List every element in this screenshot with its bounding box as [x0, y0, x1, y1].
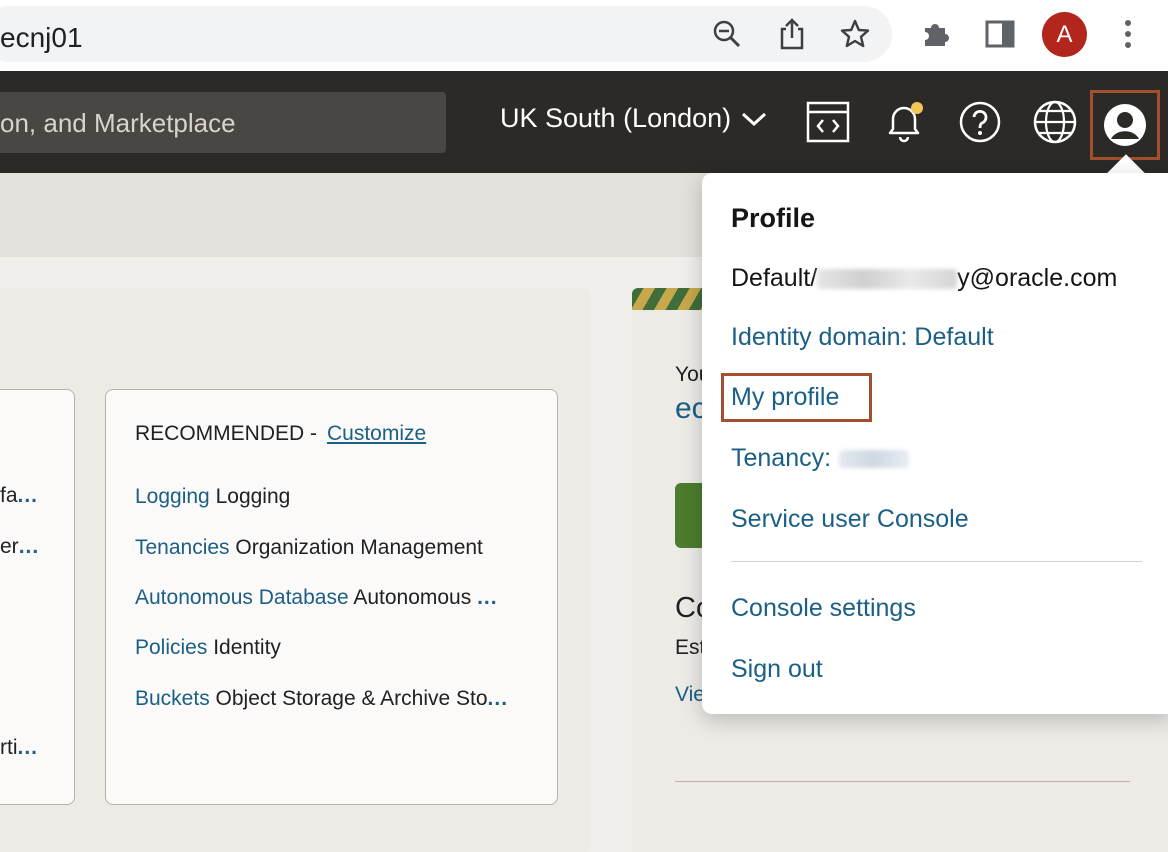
extensions-puzzle-icon[interactable]	[918, 14, 952, 54]
browser-menu-icon[interactable]	[1111, 14, 1145, 54]
user-avatar-icon	[1104, 104, 1146, 146]
recommended-item-logging[interactable]: Logging Logging	[135, 485, 290, 509]
console-settings-link[interactable]: Console settings	[731, 594, 916, 623]
menu-divider	[731, 561, 1142, 562]
service-user-console-link[interactable]: Service user Console	[731, 505, 969, 534]
recommended-item-tenancies[interactable]: Tenancies Organization Management	[135, 536, 483, 560]
identity-domain-link[interactable]: Identity domain: Default	[731, 323, 994, 352]
redacted-text	[817, 269, 958, 290]
recommended-item-policies[interactable]: Policies Identity	[135, 636, 281, 660]
right-panel-view-link[interactable]: Vie	[675, 683, 705, 707]
right-panel-text: Est	[675, 636, 706, 659]
list-item[interactable]: rti...	[0, 736, 38, 760]
tenancy-link[interactable]: Tenancy:	[731, 444, 910, 473]
customize-link[interactable]: Customize	[327, 422, 426, 445]
notifications-bell-icon[interactable]	[881, 99, 927, 145]
help-icon[interactable]	[957, 99, 1003, 145]
browser-toolbar: ecnj01 A	[0, 0, 1168, 71]
recommended-item-buckets[interactable]: Buckets Object Storage & Archive Sto...	[135, 687, 508, 711]
zoom-out-icon[interactable]	[710, 14, 744, 54]
list-item[interactable]: fa...	[0, 484, 38, 508]
language-globe-icon[interactable]	[1032, 99, 1078, 145]
recommended-title: RECOMMENDED -	[135, 422, 317, 445]
list-item[interactable]: er...	[0, 535, 39, 559]
profile-username: Default/y@oracle.com	[731, 264, 1118, 292]
my-profile-link[interactable]: My profile	[731, 383, 839, 412]
sign-out-link[interactable]: Sign out	[731, 655, 823, 684]
browser-profile-avatar[interactable]: A	[1042, 12, 1087, 57]
profile-menu: Profile Default/y@oracle.com Identity do…	[702, 173, 1168, 714]
redacted-text	[839, 450, 910, 469]
search-placeholder: on, and Marketplace	[0, 108, 236, 138]
side-panel-icon[interactable]	[983, 14, 1017, 54]
profile-button[interactable]	[1090, 90, 1160, 160]
recommended-header: RECOMMENDED - Customize	[135, 422, 426, 446]
address-bar-text: ecnj01	[0, 22, 83, 53]
console-header: on, and Marketplace UK South (London)	[0, 71, 1168, 173]
recommended-item-autonomous-database[interactable]: Autonomous Database Autonomous ...	[135, 586, 498, 610]
profile-menu-title: Profile	[731, 203, 816, 233]
address-bar[interactable]: ecnj01	[0, 6, 892, 62]
recommended-card: RECOMMENDED - Customize Logging Logging T…	[105, 389, 558, 805]
region-selector[interactable]: UK South (London)	[500, 103, 767, 134]
chevron-down-icon	[742, 112, 767, 126]
divider	[675, 781, 1130, 782]
search-input[interactable]: on, and Marketplace	[0, 92, 446, 153]
region-label: UK South (London)	[500, 103, 732, 133]
bookmark-star-icon[interactable]	[838, 14, 872, 54]
cloud-shell-icon[interactable]	[805, 99, 851, 145]
share-icon[interactable]	[775, 14, 809, 54]
